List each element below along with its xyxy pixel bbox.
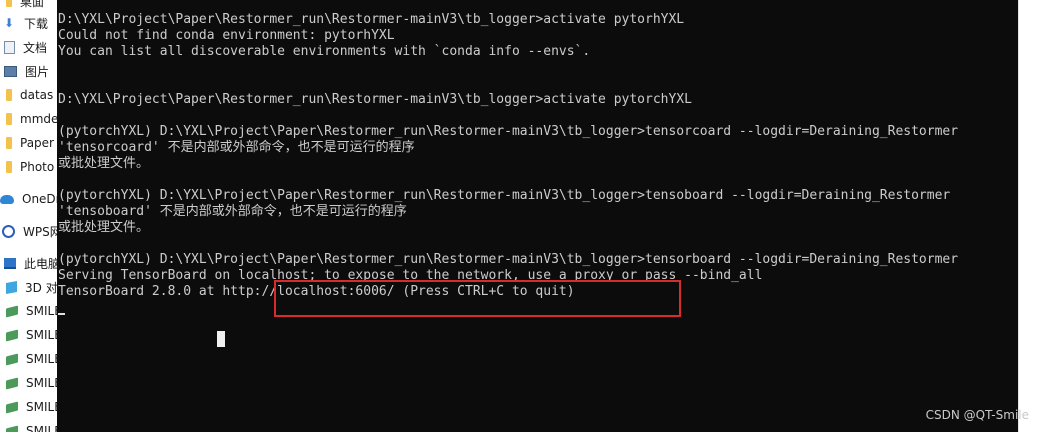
sidebar-item[interactable]: Photo <box>0 156 57 178</box>
sidebar-item-label: WPS网 <box>23 224 57 239</box>
console-line: You can list all discoverable environmen… <box>58 44 591 59</box>
sidebar-item[interactable]: 文档 <box>0 36 57 58</box>
sidebar-item-label: datas <box>20 88 54 102</box>
sidebar-item[interactable]: SMILE <box>0 300 57 322</box>
sidebar-item-label: 图片 <box>25 64 50 79</box>
sidebar-item[interactable]: WPS网 <box>0 220 57 242</box>
sidebar-item-label: mmde <box>20 112 57 126</box>
desktop-folder-icon <box>6 0 12 7</box>
sidebar-item-label: SMILE <box>26 352 57 366</box>
command-prompt-window[interactable]: TensorBoard 2.8.0 at http://localhost:60… <box>57 0 1018 432</box>
sidebar-item-label: SMILE <box>26 424 57 432</box>
sidebar-item[interactable]: mmde <box>0 108 57 130</box>
sidebar-item[interactable]: SMILE <box>0 396 57 418</box>
sidebar-item[interactable]: OneDri <box>0 188 57 210</box>
sidebar-item[interactable]: datas <box>0 84 57 106</box>
sidebar-item[interactable]: ⬇ 下载 <box>0 12 57 34</box>
sidebar-item[interactable]: 图片 <box>0 60 57 82</box>
sidebar-item-label: 下载 <box>24 16 49 31</box>
explorer-sidebar: 桌面 ⬇ 下载文档图片 datas mmde Paper Photo OneDri WPS网此电… <box>0 0 57 432</box>
block-cursor <box>217 331 225 347</box>
sidebar-item-label: 3D 对 <box>25 280 57 295</box>
console-line: (pytorchYXL) D:\YXL\Project\Paper\Restor… <box>58 188 951 203</box>
console-line: (pytorchYXL) D:\YXL\Project\Paper\Restor… <box>58 252 959 267</box>
spreadsheet-icon <box>6 353 18 365</box>
console-line: 或批处理文件。 <box>58 156 150 171</box>
spreadsheet-icon <box>6 329 18 341</box>
sidebar-item-label: 桌面 <box>20 0 45 9</box>
sidebar-item[interactable]: SMILE <box>0 420 57 432</box>
console-line: (pytorchYXL) D:\YXL\Project\Paper\Restor… <box>58 124 959 139</box>
wps-cloud-icon <box>2 224 15 238</box>
spreadsheet-icon <box>6 305 18 317</box>
console-line: D:\YXL\Project\Paper\Restormer_run\Resto… <box>58 12 685 27</box>
console-line: 'tensorcoard' 不是内部或外部命令，也不是可运行的程序 <box>58 140 415 155</box>
url-highlight-box <box>274 280 681 317</box>
document-icon <box>4 40 15 54</box>
download-arrow-icon: ⬇ <box>4 16 15 30</box>
picture-icon <box>4 65 17 77</box>
console-line: Could not find conda environment: pytorh… <box>58 28 395 43</box>
sidebar-item-label: Photo <box>20 160 55 174</box>
console-line: 'tensoboard' 不是内部或外部命令，也不是可运行的程序 <box>58 204 407 219</box>
watermark: CSDN @QT-Smile <box>925 408 1029 422</box>
sidebar-item-label: 此电脑 <box>24 256 57 271</box>
console-line: D:\YXL\Project\Paper\Restormer_run\Resto… <box>58 92 692 107</box>
sidebar-item[interactable]: SMILE <box>0 324 57 346</box>
sidebar-item[interactable]: 3D 对 <box>0 276 57 298</box>
sidebar-item-label: 文档 <box>23 40 48 55</box>
console-line: 或批处理文件。 <box>58 220 150 235</box>
this-pc-icon <box>4 257 16 269</box>
spreadsheet-icon <box>6 377 18 389</box>
folder-icon <box>6 137 12 149</box>
scrollbar[interactable] <box>1018 0 1043 432</box>
sidebar-item-label: Paper <box>20 136 54 150</box>
sidebar-item[interactable]: 此电脑 <box>0 252 57 274</box>
sidebar-item-label: SMILE <box>26 304 57 318</box>
3d-objects-icon <box>6 280 17 294</box>
spreadsheet-icon <box>6 401 18 413</box>
spreadsheet-icon <box>6 425 18 432</box>
sidebar-item-label: SMILE <box>26 400 57 414</box>
folder-icon <box>6 89 12 101</box>
sidebar-item-label: OneDri <box>22 192 57 206</box>
sidebar-item[interactable]: 桌面 <box>0 0 57 12</box>
sidebar-item-label: SMILE <box>26 376 57 390</box>
onedrive-cloud-icon <box>0 194 14 204</box>
text-cursor <box>58 313 65 315</box>
folder-icon <box>6 161 12 173</box>
sidebar-item[interactable]: Paper <box>0 132 57 154</box>
sidebar-item-label: SMILE <box>26 328 57 342</box>
folder-icon <box>6 113 12 125</box>
sidebar-item[interactable]: SMILE <box>0 348 57 370</box>
sidebar-item[interactable]: SMILE <box>0 372 57 394</box>
